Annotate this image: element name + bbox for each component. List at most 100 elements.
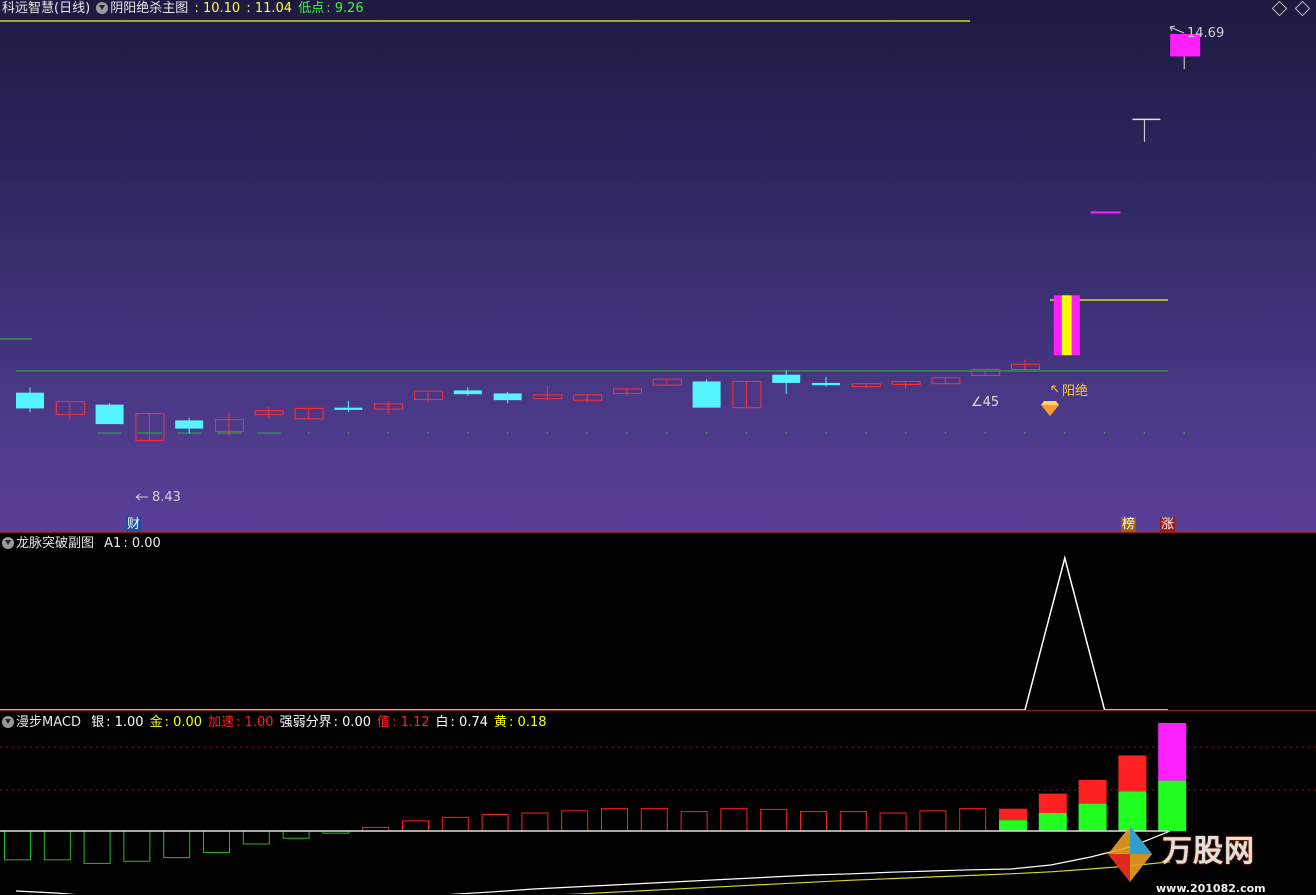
macd-bar [760, 808, 788, 832]
white-line [15, 830, 1171, 894]
high-arrow-icon [1169, 25, 1185, 34]
dot-mark [705, 432, 708, 434]
macd-legend-value: : 0.18 [509, 715, 547, 730]
candle-body [772, 374, 801, 383]
low-marker-label: 8.43 [152, 490, 181, 505]
macd-bar [800, 811, 827, 832]
macd-bar [83, 830, 111, 864]
chevron-down-icon[interactable] [96, 2, 109, 14]
candle-body [16, 392, 44, 409]
dot-mark [427, 432, 429, 434]
dot-mark [984, 432, 986, 434]
dot-mark [506, 432, 509, 434]
dot-mark [865, 432, 867, 434]
dot-mark [307, 432, 310, 434]
high-label: 14.69 [1187, 26, 1225, 41]
macd-bar [1078, 779, 1107, 804]
dot-mark [347, 432, 350, 434]
breakout-series-line [0, 555, 1168, 711]
candle-body [493, 393, 522, 401]
candle-body [1071, 295, 1080, 356]
dot-mark [1064, 432, 1066, 434]
sub2-title[interactable]: 漫步MACD [16, 715, 81, 730]
macd-bar [441, 816, 469, 832]
macd-bar-green [1038, 813, 1067, 831]
macd-bar [481, 813, 509, 832]
macd-bar [521, 812, 549, 832]
macd-bar [720, 808, 748, 832]
sub1-legend: 龙脉突破副图 A1: 0.00 [2, 535, 163, 553]
watermark-text: 万股网 [1162, 834, 1255, 869]
diamond-gem-top [1041, 401, 1059, 405]
macd-bar-green [999, 820, 1027, 831]
macd-legend-value: : 1.00 [236, 715, 274, 730]
watermark-logo: 万股网 www.201082.com [1100, 824, 1300, 895]
macd-bar [4, 830, 31, 861]
dot-mark [1143, 432, 1146, 434]
yangjue-label: 阳绝 [1062, 384, 1089, 399]
candlestick-chart [0, 20, 1201, 501]
dot-mark [1183, 432, 1185, 434]
dot-mark [666, 432, 668, 434]
macd-bar [999, 808, 1027, 821]
angle-label: ∠45 [971, 395, 1000, 410]
dot-mark [904, 432, 907, 434]
indicator-value-1: : 10.10 [194, 1, 241, 16]
diamond-gem-icon [1041, 405, 1059, 416]
dot-mark [586, 432, 588, 434]
macd-legend-label: 金 [149, 715, 163, 730]
yellow-line [565, 861, 1171, 894]
yangjue-arrow-icon [1051, 385, 1059, 393]
macd-bar [203, 830, 230, 854]
macd-legend-value: : 0.74 [450, 715, 489, 730]
dot-mark [944, 432, 947, 434]
dot-mark [785, 432, 787, 434]
macd-bar [123, 830, 151, 862]
dot-mark [546, 432, 549, 434]
macd-bar [242, 830, 270, 845]
chevron-down-icon[interactable] [2, 537, 14, 549]
main-chart-pane[interactable]: 科远智慧(日线) 阴阳绝杀主图 : 10.10 : 11.04 低点: 9.26… [0, 0, 1316, 533]
macd-bar [839, 811, 867, 832]
macd-legend-label: 加速 [208, 715, 235, 730]
candle-body [1061, 295, 1072, 356]
macd-bar [680, 811, 708, 832]
candle-body [175, 420, 204, 429]
macd-legend-label: 银 [91, 715, 105, 730]
indicator-name[interactable]: 阴阳绝杀主图 [110, 1, 188, 16]
chevron-down-icon[interactable] [2, 716, 14, 728]
candle-body [334, 407, 363, 410]
rank-tag[interactable]: 榜 [1121, 517, 1137, 532]
macd-bar [919, 810, 947, 832]
low-point-value: : 9.26 [326, 1, 364, 16]
indicator-value-2: : 11.04 [246, 1, 293, 16]
dot-mark [1103, 432, 1106, 434]
macd-bar [282, 830, 310, 839]
macd-bar [1158, 723, 1187, 781]
dot-mark [387, 432, 390, 434]
macd-bar [1038, 793, 1067, 813]
macd-legend-items: 银: 1.00 金: 0.00 加速: 1.00 强弱分界: 0.00 值: 1.12 白… [87, 715, 548, 730]
macd-legend-value: : 1.12 [392, 715, 430, 730]
macd-legend-value: : 0.00 [333, 715, 372, 730]
macd-legend-label: 黄 [494, 715, 508, 730]
macd-bar [959, 808, 987, 832]
limit-up-tag[interactable]: 涨 [1160, 517, 1176, 532]
sub-chart-1-pane[interactable]: 龙脉突破副图 A1: 0.00 [0, 534, 1316, 711]
dot-mark [626, 432, 628, 434]
macd-legend-label: 强弱分界 [279, 715, 332, 730]
finance-tag[interactable]: 财 [126, 517, 142, 532]
watermark-url: www.201082.com [1156, 882, 1266, 895]
macd-bar [640, 808, 668, 832]
macd-bar [879, 812, 907, 832]
low-arrow-icon [135, 493, 148, 501]
sub1-title[interactable]: 龙脉突破副图 [16, 536, 94, 551]
macd-bar [561, 810, 589, 832]
breakout-line-chart [0, 555, 1168, 711]
sub-chart-2-pane[interactable]: 漫步MACD 银: 1.00 金: 0.00 加速: 1.00 强弱分界: 0.00 值… [0, 712, 1316, 895]
candle-body [453, 390, 482, 395]
stock-title[interactable]: 科远智慧(日线) [2, 1, 90, 16]
main-legend: 科远智慧(日线) 阴阳绝杀主图 : 10.10 : 11.04 低点: 9.26 [2, 0, 366, 18]
macd-legend-label: 白 [435, 715, 449, 730]
candle-body [95, 404, 124, 425]
